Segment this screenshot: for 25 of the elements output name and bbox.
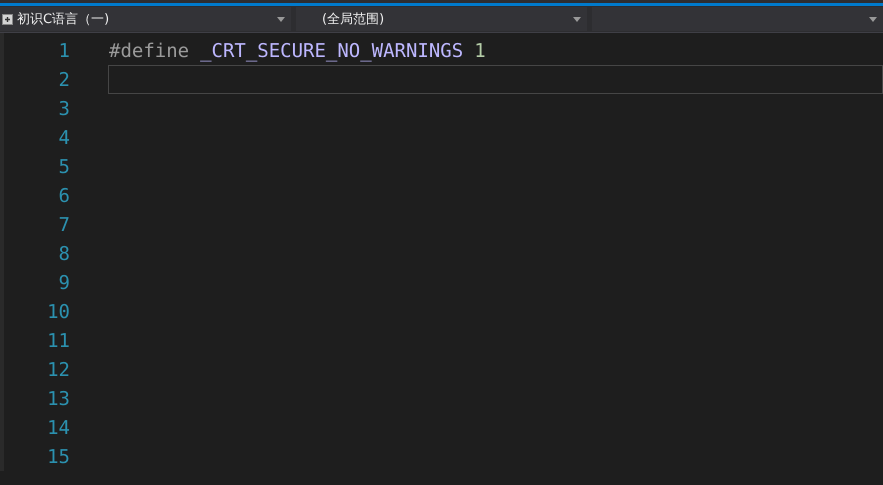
caret-icon — [277, 16, 285, 22]
line-number: 8 — [58, 242, 71, 264]
line-number: 2 — [58, 68, 71, 90]
caret-icon — [573, 16, 581, 22]
scope-dropdown[interactable]: (全局范围) — [296, 7, 587, 31]
line-number: 4 — [58, 126, 71, 148]
code-token: _CRT_SECURE_NO_WARNINGS — [200, 40, 464, 62]
line-number: 15 — [46, 446, 71, 468]
line-number: 13 — [46, 388, 71, 410]
caret-icon — [869, 16, 877, 22]
line-number: 6 — [58, 184, 71, 206]
line-number: 12 — [46, 358, 71, 380]
project-dropdown[interactable]: 初识C语言（一) — [0, 7, 291, 31]
line-number: 14 — [46, 416, 71, 438]
line-number: 1 — [58, 40, 71, 62]
code-token: 1 — [474, 40, 486, 62]
line-number: 10 — [46, 300, 71, 322]
line-number: 9 — [58, 272, 71, 294]
line-number: 11 — [46, 330, 71, 352]
line-number: 7 — [58, 214, 71, 236]
line-number: 5 — [58, 156, 71, 178]
code-token: #define — [109, 40, 190, 62]
project-icon — [2, 14, 13, 24]
line-number: 3 — [58, 98, 71, 120]
member-dropdown[interactable] — [592, 7, 883, 31]
